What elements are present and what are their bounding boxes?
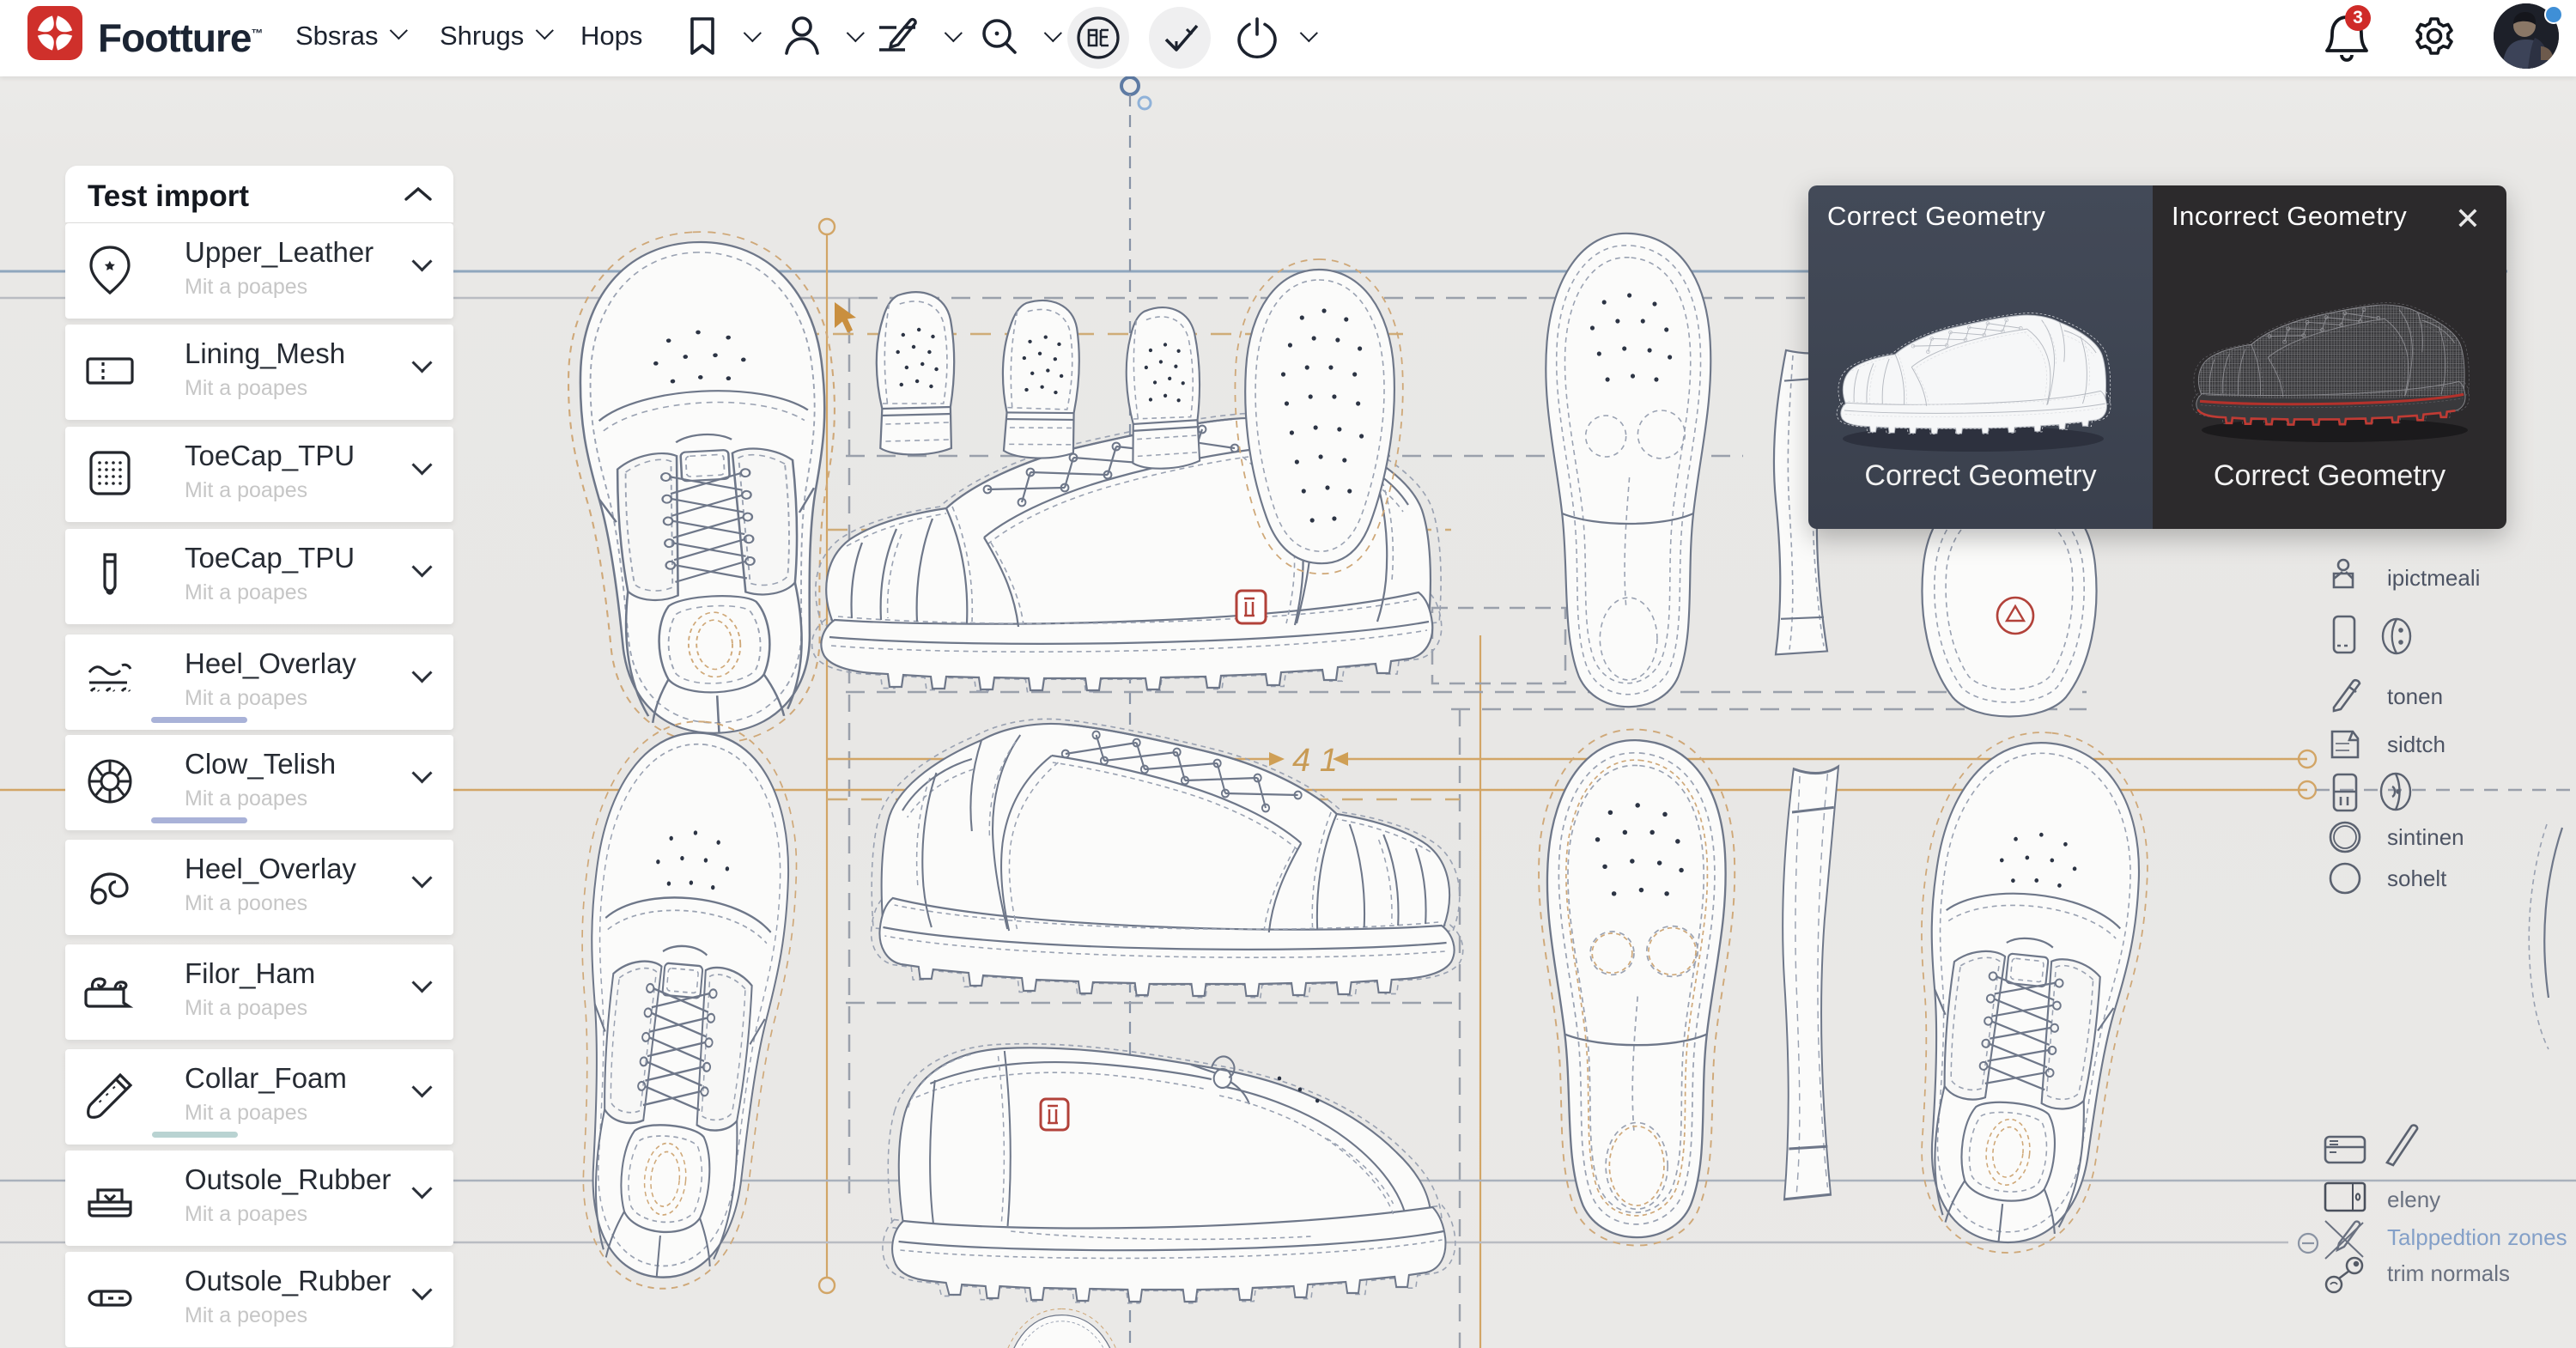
svg-text:4 1: 4 1 bbox=[1292, 743, 1338, 779]
